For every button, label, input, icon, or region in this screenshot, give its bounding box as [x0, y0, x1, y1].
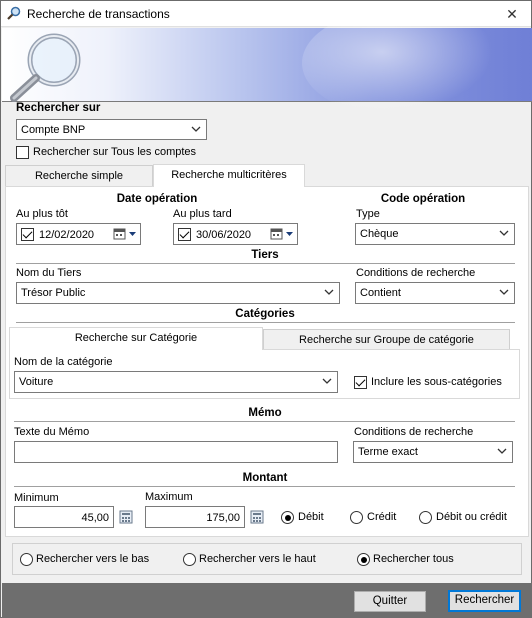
all-accounts-checkbox[interactable] [16, 146, 29, 159]
calculator-icon[interactable] [119, 510, 133, 524]
memo-section-title: Mémo [248, 407, 282, 419]
date-from-value: 12/02/2020 [39, 229, 95, 241]
calendar-dropdown-icon[interactable] [270, 227, 296, 241]
tab-simple-search[interactable]: Recherche simple [5, 165, 153, 187]
calendar-dropdown-icon[interactable] [113, 227, 139, 241]
category-name-label: Nom de la catégorie [14, 356, 113, 368]
banner-gloss [302, 8, 502, 118]
memo-text-label: Texte du Mémo [14, 426, 90, 438]
search-all-label: Rechercher tous [373, 553, 454, 565]
code-section-title: Code opération [380, 193, 466, 205]
header-banner [2, 8, 532, 118]
amount-divider [14, 486, 515, 487]
all-accounts-label: Rechercher sur Tous les comptes [33, 146, 197, 158]
include-subcategories-checkbox[interactable] [354, 376, 367, 389]
tiers-name-label: Nom du Tiers [16, 267, 82, 279]
date-from-checkbox[interactable] [21, 228, 34, 241]
search-dialog: Recherche de transactions ✕ Rechercher s… [0, 0, 532, 618]
date-to-picker[interactable]: 30/06/2020 [173, 223, 298, 245]
type-select[interactable]: Chèque [355, 223, 515, 245]
tiers-divider [16, 263, 515, 264]
search-down-radio[interactable] [20, 553, 33, 566]
tiers-name-value: Trésor Public [21, 287, 86, 299]
app-search-icon [7, 6, 21, 20]
credit-label: Crédit [367, 511, 397, 523]
date-section-title: Date opération [116, 193, 198, 205]
chevron-down-icon [321, 375, 333, 387]
chevron-down-icon [498, 286, 510, 298]
quit-button[interactable]: Quitter [354, 591, 426, 612]
type-label: Type [356, 208, 380, 220]
credit-radio[interactable] [350, 511, 363, 524]
tiers-cond-label: Conditions de recherche [356, 267, 476, 279]
date-to-checkbox[interactable] [178, 228, 191, 241]
memo-cond-value: Terme exact [358, 446, 418, 458]
amount-min-input[interactable]: 45,00 [14, 506, 114, 528]
tiers-name-select[interactable]: Trésor Public [16, 282, 340, 304]
debit-label: Débit [298, 511, 324, 523]
search-button[interactable]: Rechercher [448, 590, 521, 612]
debit-or-credit-label: Débit ou crédit [436, 511, 507, 523]
tiers-cond-value: Contient [360, 287, 401, 299]
date-from-picker[interactable]: 12/02/2020 [16, 223, 141, 245]
type-select-value: Chèque [360, 228, 399, 240]
search-down-label: Rechercher vers le bas [36, 553, 150, 565]
search-up-label: Rechercher vers le haut [199, 553, 316, 565]
close-button[interactable]: ✕ [499, 4, 525, 24]
categories-divider [16, 322, 515, 323]
amount-max-label: Maximum [145, 491, 193, 503]
category-name-select[interactable]: Voiture [14, 371, 338, 393]
tab-multicriteria-search[interactable]: Recherche multicritères [153, 164, 305, 187]
chevron-down-icon [323, 286, 335, 298]
account-select-value: Compte BNP [21, 124, 86, 136]
chevron-down-icon [496, 445, 508, 457]
account-select[interactable]: Compte BNP [16, 119, 207, 140]
tab-category-search[interactable]: Recherche sur Catégorie [9, 327, 263, 350]
window-title: Recherche de transactions [27, 7, 170, 21]
memo-divider [14, 421, 515, 422]
date-from-label: Au plus tôt [16, 208, 68, 220]
categories-section-title: Catégories [235, 308, 295, 320]
memo-cond-label: Conditions de recherche [354, 426, 474, 438]
debit-or-credit-radio[interactable] [419, 511, 432, 524]
tiers-cond-select[interactable]: Contient [355, 282, 515, 304]
tab-category-group-search[interactable]: Recherche sur Groupe de catégorie [263, 329, 510, 349]
chevron-down-icon [190, 123, 202, 135]
search-all-radio[interactable] [357, 553, 370, 566]
amount-max-input[interactable]: 175,00 [145, 506, 245, 528]
memo-cond-select[interactable]: Terme exact [353, 441, 513, 463]
memo-text-input[interactable] [14, 441, 338, 463]
category-name-value: Voiture [19, 376, 54, 388]
amount-min-label: Minimum [14, 492, 59, 504]
search-up-radio[interactable] [183, 553, 196, 566]
calculator-icon[interactable] [250, 510, 264, 524]
amount-max-value: 175,00 [206, 512, 240, 524]
search-on-label: Rechercher sur [16, 102, 101, 114]
amount-section-title: Montant [242, 472, 288, 484]
tiers-section-title: Tiers [251, 249, 279, 261]
date-to-label: Au plus tard [173, 208, 232, 220]
chevron-down-icon [498, 227, 510, 239]
include-subcategories-label: Inclure les sous-catégories [371, 376, 502, 388]
magnifier-icon [6, 28, 86, 102]
date-to-value: 30/06/2020 [196, 229, 252, 241]
amount-min-value: 45,00 [81, 512, 109, 524]
debit-radio[interactable] [281, 511, 294, 524]
